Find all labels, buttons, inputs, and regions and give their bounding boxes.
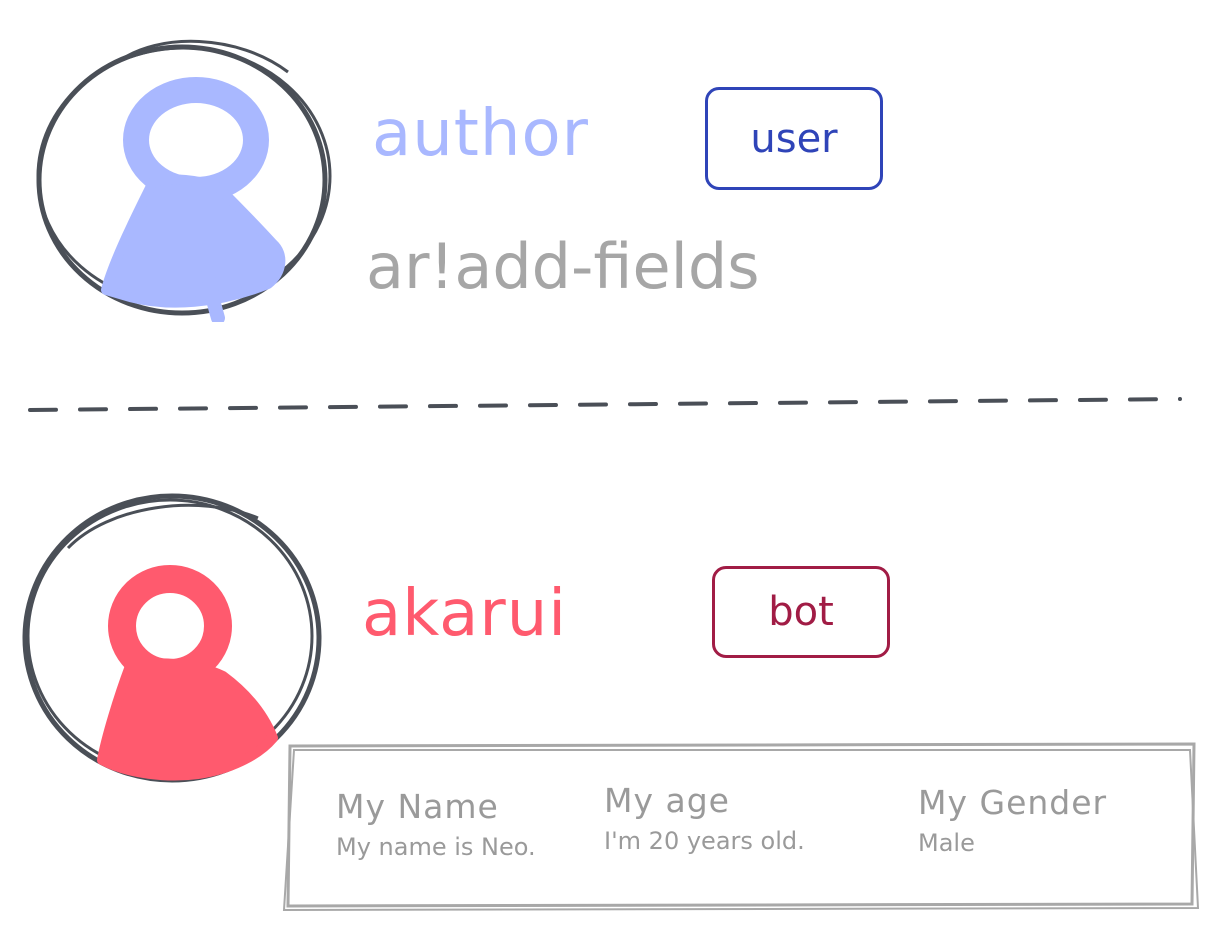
person-icon [36, 39, 332, 322]
user-badge-label: user [750, 115, 838, 162]
bot-name[interactable]: akarui [362, 582, 567, 646]
message-divider [28, 397, 1182, 412]
message-content: ar!add-fields [366, 230, 760, 303]
field-name: My Gender [918, 783, 1108, 822]
user-badge: user [705, 87, 883, 190]
embed-field: My age I'm 20 years old. [604, 784, 805, 853]
field-value: I'm 20 years old. [604, 827, 805, 855]
author-name[interactable]: author [372, 102, 589, 166]
field-value: My name is Neo. [336, 833, 536, 861]
bot-badge-label: bot [768, 589, 834, 635]
embed-field: My Gender Male [918, 786, 1107, 855]
field-value: Male [918, 829, 975, 857]
bot-badge: bot [712, 566, 890, 658]
field-name: My age [604, 781, 730, 820]
field-name: My Name [336, 787, 499, 826]
message-embed: My Name My name is Neo. My age I'm 20 ye… [282, 738, 1200, 914]
embed-field: My Name My name is Neo. [336, 790, 536, 859]
user-avatar[interactable] [28, 22, 338, 322]
